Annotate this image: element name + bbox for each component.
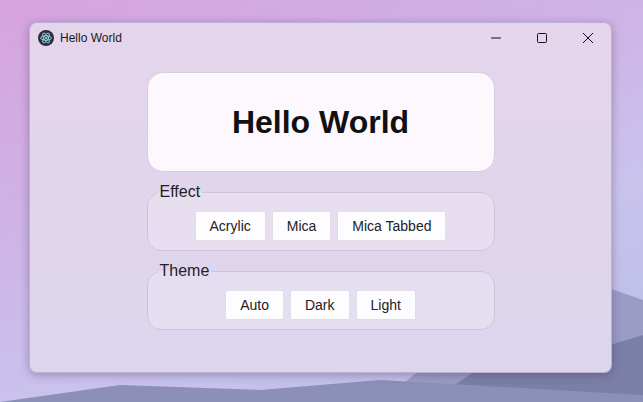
title-bar: Hello World <box>30 23 611 53</box>
option-group: EffectAcrylicMicaMica Tabbed <box>147 183 495 251</box>
group-legend: Theme <box>158 262 212 280</box>
minimize-icon <box>491 33 501 43</box>
window-title: Hello World <box>60 31 122 45</box>
button-row: AcrylicMicaMica Tabbed <box>158 201 484 241</box>
option-group: ThemeAutoDarkLight <box>147 262 495 330</box>
option-button[interactable]: Mica <box>272 211 332 241</box>
content: Hello World EffectAcrylicMicaMica Tabbed… <box>30 53 611 330</box>
maximize-icon <box>537 33 547 43</box>
option-button[interactable]: Mica Tabbed <box>337 211 446 241</box>
close-button[interactable] <box>565 23 611 53</box>
close-icon <box>583 33 593 43</box>
heading: Hello World <box>232 104 409 141</box>
option-button[interactable]: Acrylic <box>195 211 266 241</box>
option-button[interactable]: Light <box>356 290 416 320</box>
maximize-button[interactable] <box>519 23 565 53</box>
app-window: Hello World Hello World EffectAcrylicMic… <box>29 22 612 373</box>
electron-logo-icon <box>38 30 54 46</box>
minimize-button[interactable] <box>473 23 519 53</box>
option-button[interactable]: Dark <box>290 290 350 320</box>
button-row: AutoDarkLight <box>158 280 484 320</box>
group-legend: Effect <box>158 183 203 201</box>
option-button[interactable]: Auto <box>225 290 284 320</box>
heading-card: Hello World <box>147 72 495 172</box>
